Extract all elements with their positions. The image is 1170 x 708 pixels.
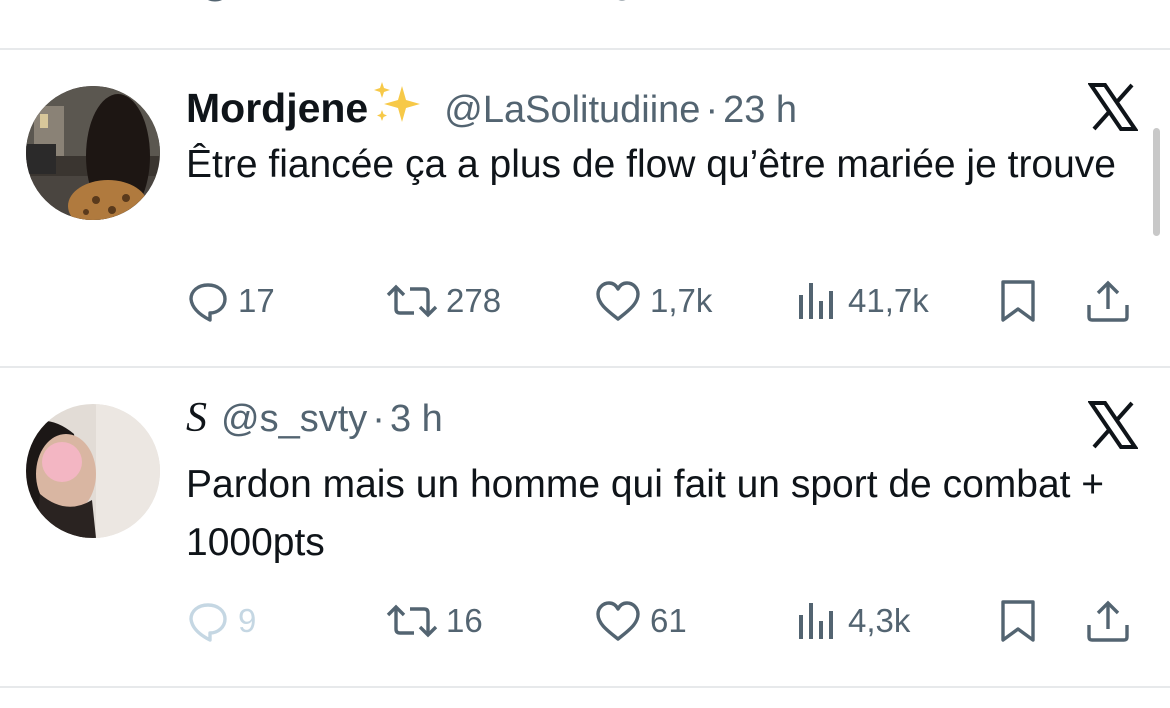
bookmark-button[interactable] — [998, 276, 1038, 326]
previous-tweet-action-row — [0, 0, 1170, 8]
like-count: 1,7k — [650, 282, 713, 319]
views-button[interactable]: 4,3k — [796, 596, 910, 646]
views-count: 41,7k — [848, 282, 929, 319]
handle[interactable]: @s_svty — [221, 398, 367, 441]
tweet[interactable]: S @s_svty · 3 h Pardon mais un homme qui… — [0, 368, 1170, 686]
like-button[interactable]: 61 — [594, 596, 687, 646]
avatar[interactable] — [26, 86, 160, 220]
share-button[interactable] — [1084, 276, 1132, 326]
bookmark-button[interactable] — [998, 596, 1038, 646]
action-bar: 9 16 61 4,3k — [186, 596, 1146, 646]
reply-icon — [186, 599, 230, 643]
views-icon[interactable] — [800, 0, 834, 8]
retweet-count: 16 — [446, 602, 483, 639]
share-icon[interactable] — [1090, 0, 1130, 8]
like-icon — [594, 279, 642, 323]
reply-button[interactable]: 9 — [186, 596, 256, 646]
tweet-header: Mordjene @LaSolitudiine · 23 h — [186, 78, 797, 138]
x-logo-icon — [1087, 400, 1139, 450]
tweet[interactable]: Mordjene @LaSolitudiine · 23 h Être fian… — [0, 50, 1170, 366]
like-icon — [594, 599, 642, 643]
timestamp[interactable]: 3 h — [390, 398, 443, 441]
views-icon — [796, 279, 840, 323]
x-logo-icon — [1087, 82, 1139, 132]
handle[interactable]: @LaSolitudiine — [444, 89, 700, 132]
bookmark-icon[interactable] — [1000, 0, 1040, 8]
like-icon[interactable] — [604, 0, 640, 8]
bookmark-icon — [998, 279, 1038, 323]
views-button[interactable]: 41,7k — [796, 276, 929, 326]
share-button[interactable] — [1084, 596, 1132, 646]
retweet-icon[interactable] — [395, 0, 435, 8]
like-button[interactable]: 1,7k — [594, 276, 712, 326]
separator: · — [705, 89, 719, 131]
bookmark-icon — [998, 599, 1038, 643]
retweet-icon — [386, 279, 438, 323]
retweet-count: 278 — [446, 282, 502, 319]
reply-button[interactable]: 17 — [186, 276, 275, 326]
like-count: 61 — [650, 602, 687, 639]
sparkles-icon — [370, 82, 426, 122]
reply-count: 9 — [238, 602, 257, 639]
retweet-button[interactable]: 278 — [386, 276, 501, 326]
tweet-text: Pardon mais un homme qui fait un sport d… — [186, 463, 1105, 564]
reply-icon[interactable] — [200, 0, 230, 8]
scrollbar[interactable] — [1153, 128, 1160, 236]
action-bar: 17 278 1,7k 41,7k — [186, 276, 1146, 326]
reply-icon — [186, 279, 230, 323]
separator: · — [372, 398, 385, 440]
tweet-text: Être fiancée ça a plus de flow qu’être m… — [186, 143, 1117, 186]
avatar[interactable] — [26, 404, 160, 538]
display-name[interactable]: Mordjene — [186, 85, 368, 132]
share-icon — [1084, 279, 1132, 323]
retweet-icon — [386, 599, 438, 643]
views-count: 4,3k — [848, 602, 911, 639]
timestamp[interactable]: 23 h — [723, 89, 797, 132]
tweet-header: S @s_svty · 3 h — [186, 394, 443, 454]
divider — [0, 686, 1170, 688]
reply-count: 17 — [238, 282, 275, 319]
views-icon — [796, 599, 840, 643]
share-icon — [1084, 599, 1132, 643]
display-name[interactable]: S — [186, 394, 207, 442]
retweet-button[interactable]: 16 — [386, 596, 483, 646]
